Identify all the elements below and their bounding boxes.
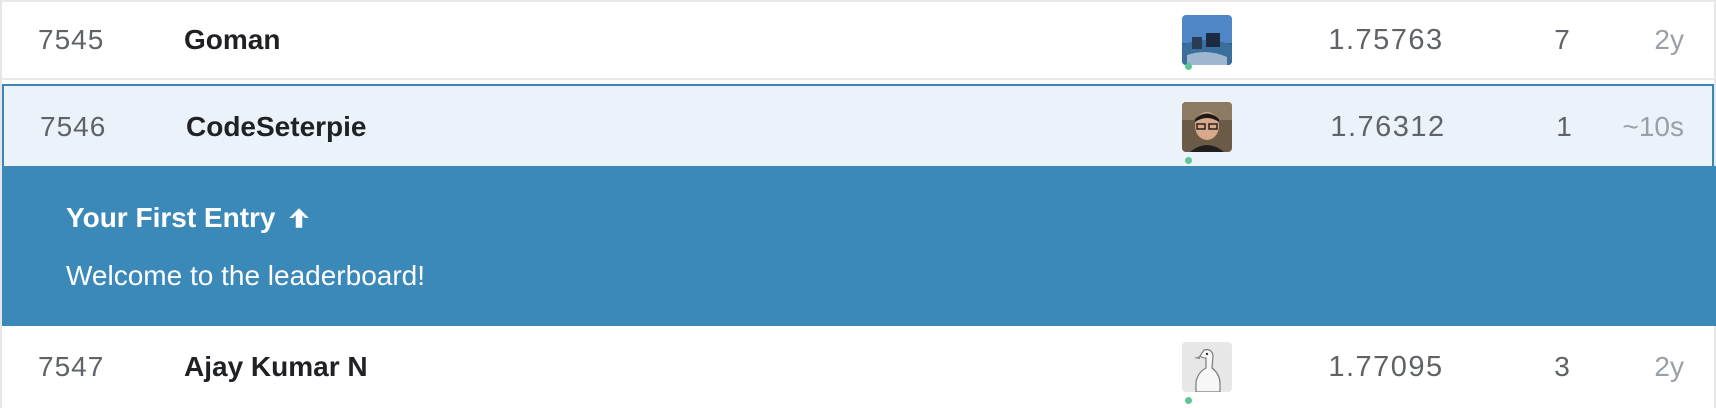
online-status-dot <box>1185 63 1192 70</box>
avatar[interactable] <box>1182 15 1232 65</box>
online-status-dot <box>1185 157 1192 164</box>
avatar[interactable] <box>1182 102 1232 152</box>
banner-title: Your First Entry <box>66 202 312 234</box>
team-name[interactable]: CodeSeterpie <box>186 86 367 168</box>
entries-count: 3 <box>1554 351 1570 382</box>
last-submission: 2y <box>1654 24 1684 55</box>
team-avatar-cell[interactable] <box>1182 326 1234 408</box>
entries-count: 7 <box>1554 24 1570 55</box>
team-name[interactable]: Goman <box>184 2 280 78</box>
last-submission: 2y <box>1654 351 1684 382</box>
online-status-dot <box>1185 397 1192 404</box>
avatar[interactable] <box>1182 342 1232 392</box>
banner-message: Welcome to the leaderboard! <box>66 260 426 291</box>
row-rank: 7547 <box>38 351 105 382</box>
leaderboard-row[interactable]: 7547 Ajay Kumar N 1.77095 3 2y <box>2 326 1714 408</box>
row-rank: 7545 <box>38 24 105 55</box>
team-photo-lake-image <box>1182 15 1232 65</box>
first-entry-banner: Your First Entry Welcome to the leaderbo… <box>2 166 1716 326</box>
banner-title-text: Your First Entry <box>66 202 276 233</box>
team-avatar-cell[interactable] <box>1182 86 1234 168</box>
goose-sketch-image <box>1182 342 1232 392</box>
entries-count: 1 <box>1556 111 1572 142</box>
user-photo-glasses-image <box>1182 102 1232 152</box>
arrow-up-icon <box>288 208 309 228</box>
leaderboard-row[interactable]: 7545 Goman 1.75763 7 2y <box>2 0 1714 80</box>
score: 1.77095 <box>1328 350 1444 383</box>
team-name[interactable]: Ajay Kumar N <box>184 326 368 408</box>
leaderboard: 7545 Goman 1.75763 7 2y 7546 CodeSeterpi… <box>0 0 1716 408</box>
score: 1.75763 <box>1328 23 1444 56</box>
score: 1.76312 <box>1330 110 1446 143</box>
row-rank: 7546 <box>40 111 107 142</box>
last-submission: ~10s <box>1622 111 1685 142</box>
leaderboard-row-current[interactable]: 7546 CodeSeterpie 1.76312 1 ~10s <box>2 84 1714 168</box>
